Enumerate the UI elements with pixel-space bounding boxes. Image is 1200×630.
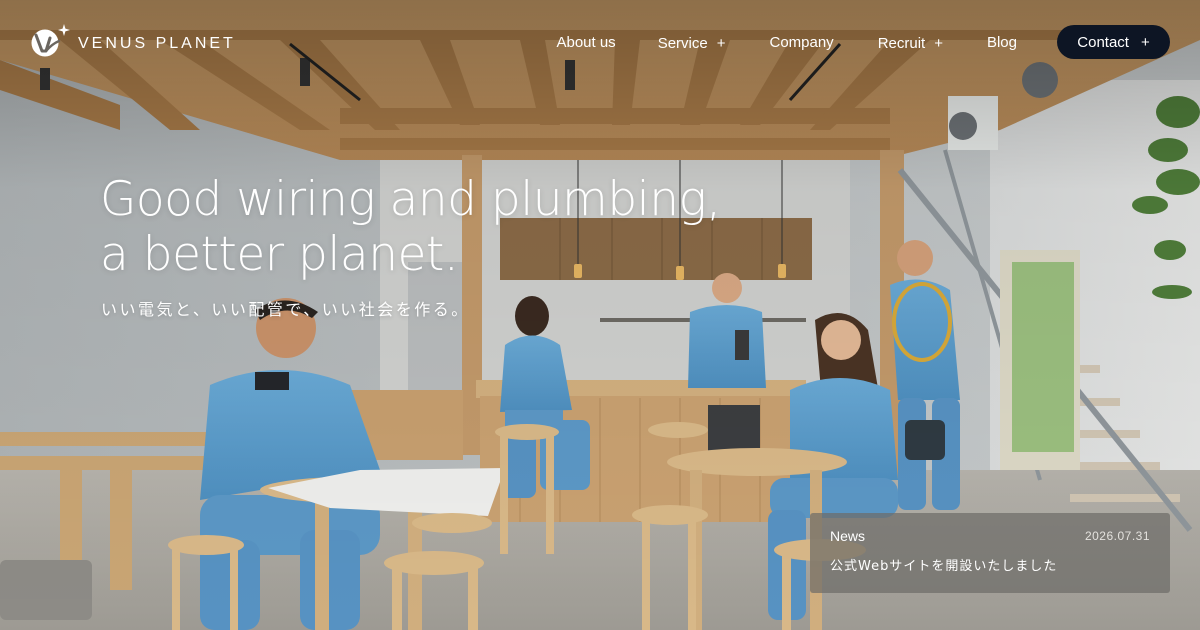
nav-item-label: Recruit <box>877 35 926 52</box>
hero-title: Good wiring and plumbing, a better plane… <box>100 172 721 282</box>
hero-subtitle: いい電気と、いい配管で、いい社会を作る。 <box>101 300 470 319</box>
plus-icon: + <box>716 35 726 52</box>
logo-link[interactable]: VENUS PLANET <box>30 24 236 60</box>
nav-item-label: Company <box>769 33 834 51</box>
news-card-header: News 2026.07.31 <box>830 528 1150 544</box>
venus-planet-logo-icon <box>31 24 70 57</box>
nav-item-about-us[interactable]: About us <box>556 34 615 51</box>
news-label: News <box>830 528 866 544</box>
news-date: 2026.07.31 <box>1084 529 1150 543</box>
brand-name: VENUS PLANET <box>78 35 236 52</box>
plus-icon: + <box>934 35 943 52</box>
nav-item-blog[interactable]: Blog <box>987 34 1017 51</box>
hero-title-line-2: a better planet. <box>100 227 459 282</box>
nav-item-label: Service <box>657 35 708 52</box>
plus-icon: + <box>1140 33 1150 51</box>
main-nav: About us Service + Company Recruit + Blo… <box>556 25 1170 59</box>
nav-item-service[interactable]: Service + <box>658 35 726 52</box>
nav-item-company[interactable]: Company <box>769 34 833 51</box>
news-title: 公式Webサイトを開設いたしました <box>830 559 1058 574</box>
nav-item-recruit[interactable]: Recruit + <box>878 35 943 52</box>
site-header: VENUS PLANET About us Service + Company … <box>0 0 1200 84</box>
contact-button-label: Contact <box>1077 33 1129 51</box>
contact-button[interactable]: Contact + <box>1057 25 1170 59</box>
nav-item-label: Blog <box>986 33 1017 51</box>
news-card[interactable]: News 2026.07.31 公式Webサイトを開設いたしました <box>810 513 1170 593</box>
hero-title-line-1: Good wiring and plumbing, <box>100 172 721 227</box>
nav-item-label: About us <box>556 33 616 51</box>
